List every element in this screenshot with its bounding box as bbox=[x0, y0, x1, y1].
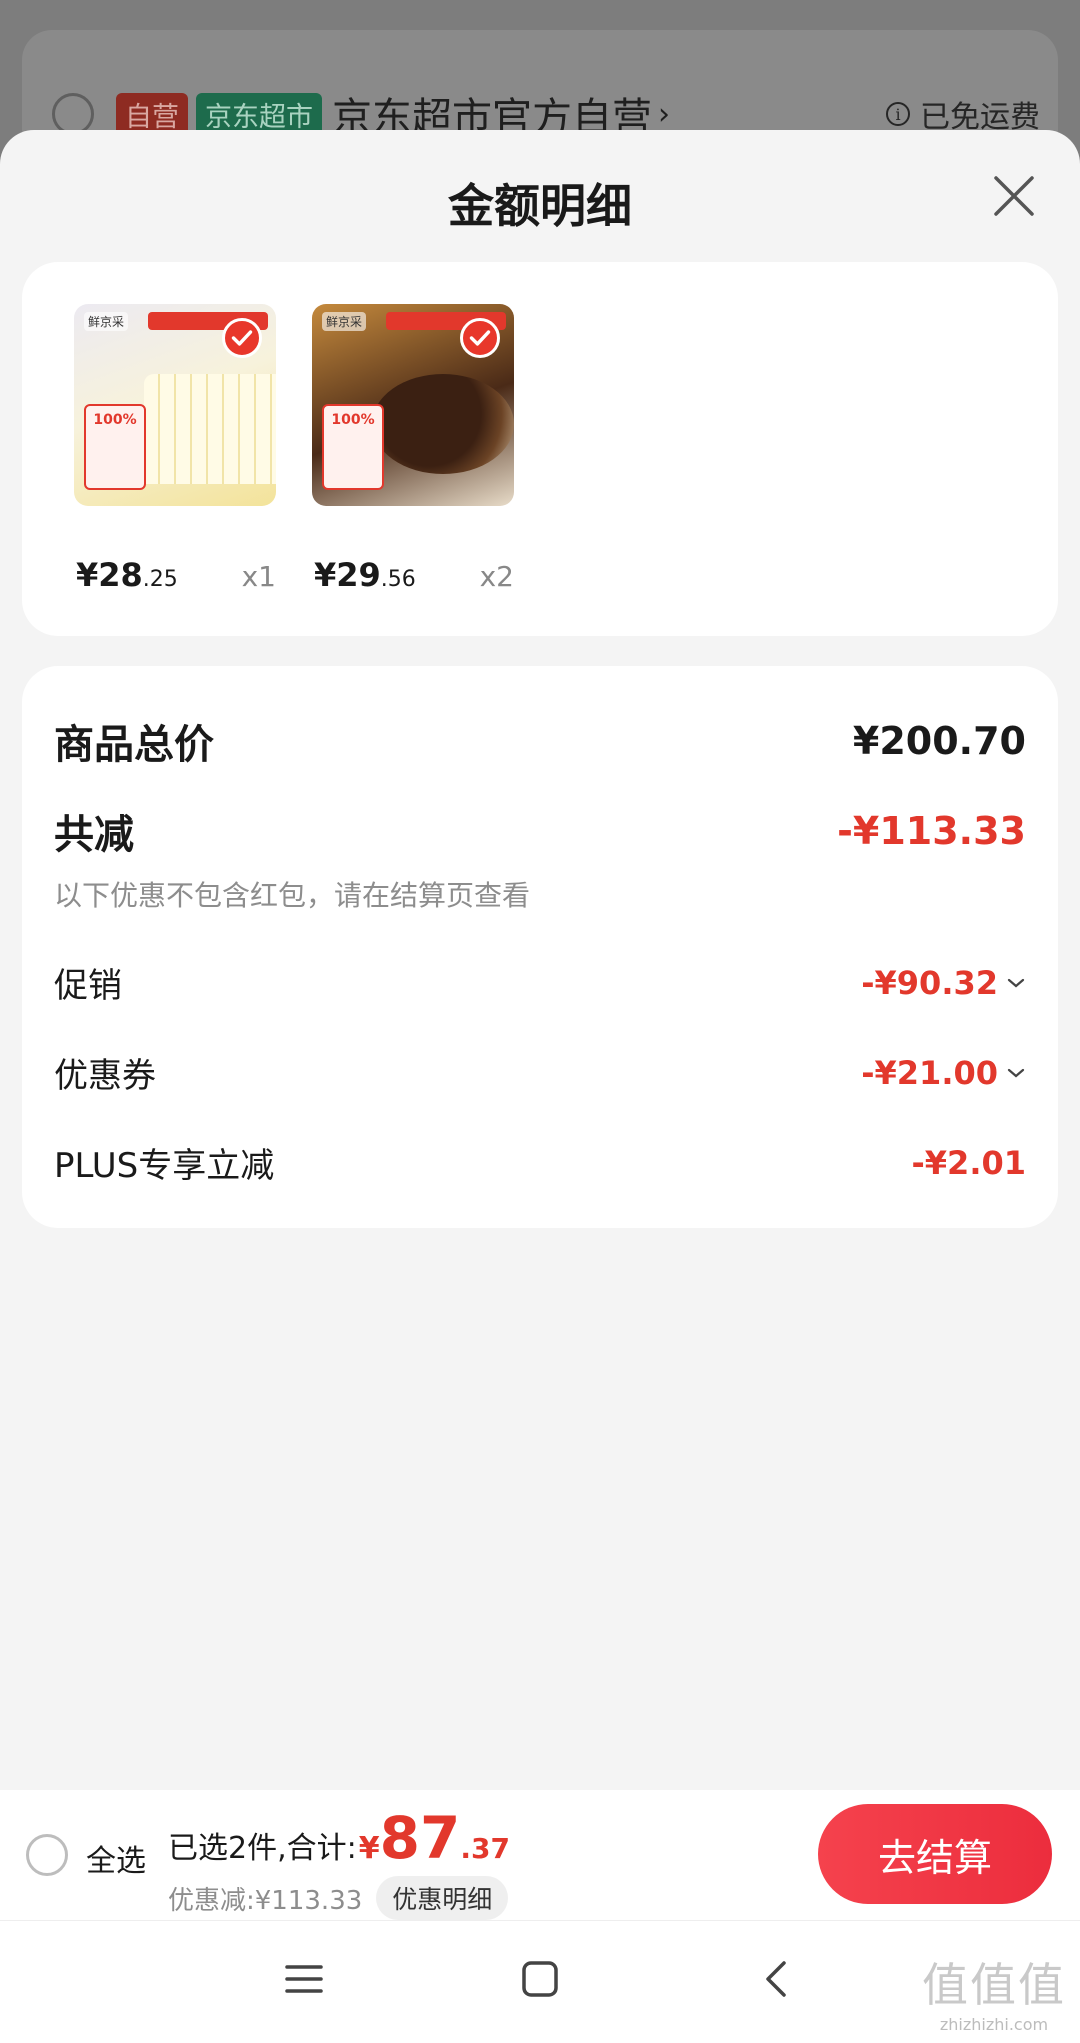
product-item[interactable]: 鲜京采 100% ¥29.56 x2 bbox=[312, 304, 514, 594]
promo-row[interactable]: 促销 -¥90.32 bbox=[54, 958, 1026, 1007]
amount-decimal: .37 bbox=[460, 1832, 510, 1865]
check-icon bbox=[222, 318, 262, 358]
reduce-value: -¥113.33 bbox=[837, 809, 1026, 853]
price-decimal: .25 bbox=[142, 567, 178, 592]
note-row: 以下优惠不包含红包，请在结算页查看 bbox=[54, 874, 1026, 914]
discount-summary: 优惠减:¥113.33 优惠明细 bbox=[168, 1876, 509, 1920]
product-price: ¥28.25 bbox=[76, 556, 178, 594]
site-watermark: 值值值 zhizhizhi.com bbox=[922, 1949, 1066, 2034]
plus-row: PLUS专享立减 -¥2.01 bbox=[54, 1138, 1026, 1187]
product-quantity: x2 bbox=[479, 560, 514, 593]
plus-value: -¥2.01 bbox=[911, 1143, 1027, 1182]
promo-value: -¥90.32 bbox=[861, 963, 998, 1002]
chevron-down-icon[interactable] bbox=[1006, 1063, 1026, 1083]
promo-label: 促销 bbox=[54, 966, 122, 1006]
amount-detail-sheet: 金额明细 鲜京采 100% ¥28.25 x1 鲜京采 100% ¥29.56 … bbox=[0, 130, 1080, 2043]
discount-detail-button[interactable]: 优惠明细 bbox=[376, 1876, 509, 1920]
price-decimal: .56 bbox=[380, 567, 416, 592]
check-icon bbox=[460, 318, 500, 358]
cake-illustration bbox=[144, 374, 276, 484]
total-label: 商品总价 bbox=[54, 722, 214, 768]
product-item[interactable]: 鲜京采 100% ¥28.25 x1 bbox=[74, 304, 276, 594]
discount-note: 以下优惠不包含红包，请在结算页查看 bbox=[54, 879, 531, 912]
chevron-down-icon[interactable] bbox=[1006, 973, 1026, 993]
watermark-glyphs: 值值值 bbox=[922, 1958, 1066, 2012]
reduce-row: 共减 -¥113.33 bbox=[54, 802, 1026, 860]
coupon-value: -¥21.00 bbox=[861, 1053, 998, 1092]
sheet-title: 金额明细 bbox=[448, 179, 632, 233]
select-all-label[interactable]: 全选 bbox=[86, 1836, 146, 1880]
coupon-label: 优惠券 bbox=[54, 1056, 156, 1096]
product-image: 鲜京采 100% bbox=[74, 304, 276, 506]
product-badge: 100% bbox=[322, 404, 384, 490]
product-price: ¥29.56 bbox=[314, 556, 416, 594]
order-summary: 已选2件,合计: ¥ 87 .37 bbox=[168, 1804, 510, 1872]
amount-integer: 87 bbox=[379, 1804, 461, 1872]
reduce-label: 共减 bbox=[54, 812, 134, 858]
price-detail-card: 商品总价 ¥200.70 共减 -¥113.33 以下优惠不包含红包，请在结算页… bbox=[22, 666, 1058, 1228]
cart-bottom-bar: 全选 已选2件,合计: ¥ 87 .37 优惠减:¥113.33 优惠明细 去结… bbox=[0, 1790, 1080, 1920]
checkout-button[interactable]: 去结算 bbox=[818, 1804, 1052, 1904]
watermark-url: zhizhizhi.com bbox=[939, 2015, 1049, 2034]
total-row: 商品总价 ¥200.70 bbox=[54, 712, 1026, 770]
summary-prefix: 已选2件,合计: bbox=[168, 1831, 357, 1866]
system-navigation-bar: 值值值 zhizhizhi.com bbox=[0, 1920, 1080, 2043]
product-quantity: x1 bbox=[241, 560, 276, 593]
coupon-value-wrap: -¥21.00 bbox=[861, 1054, 1026, 1092]
price-integer: ¥29 bbox=[314, 556, 381, 594]
store-select-radio bbox=[52, 93, 94, 135]
brand-logo: 鲜京采 bbox=[84, 312, 129, 331]
menu-icon[interactable] bbox=[284, 1959, 324, 1999]
promo-value-wrap: -¥90.32 bbox=[861, 964, 1026, 1002]
products-card: 鲜京采 100% ¥28.25 x1 鲜京采 100% ¥29.56 x2 bbox=[22, 262, 1058, 636]
cake-illustration bbox=[372, 374, 514, 474]
product-image: 鲜京采 100% bbox=[312, 304, 514, 506]
discount-text: 优惠减:¥113.33 bbox=[168, 1885, 363, 1916]
product-badge: 100% bbox=[84, 404, 146, 490]
total-value: ¥200.70 bbox=[852, 719, 1026, 763]
price-integer: ¥28 bbox=[76, 556, 143, 594]
currency-symbol: ¥ bbox=[358, 1831, 380, 1866]
coupon-row[interactable]: 优惠券 -¥21.00 bbox=[54, 1048, 1026, 1097]
chevron-right-icon: › bbox=[658, 96, 670, 132]
select-all-radio[interactable] bbox=[26, 1834, 68, 1876]
plus-label: PLUS专享立减 bbox=[54, 1146, 275, 1186]
back-icon[interactable] bbox=[756, 1959, 796, 1999]
brand-logo: 鲜京采 bbox=[322, 312, 367, 331]
info-icon: i bbox=[886, 102, 910, 126]
close-icon[interactable] bbox=[992, 174, 1036, 218]
home-icon[interactable] bbox=[520, 1959, 560, 1999]
